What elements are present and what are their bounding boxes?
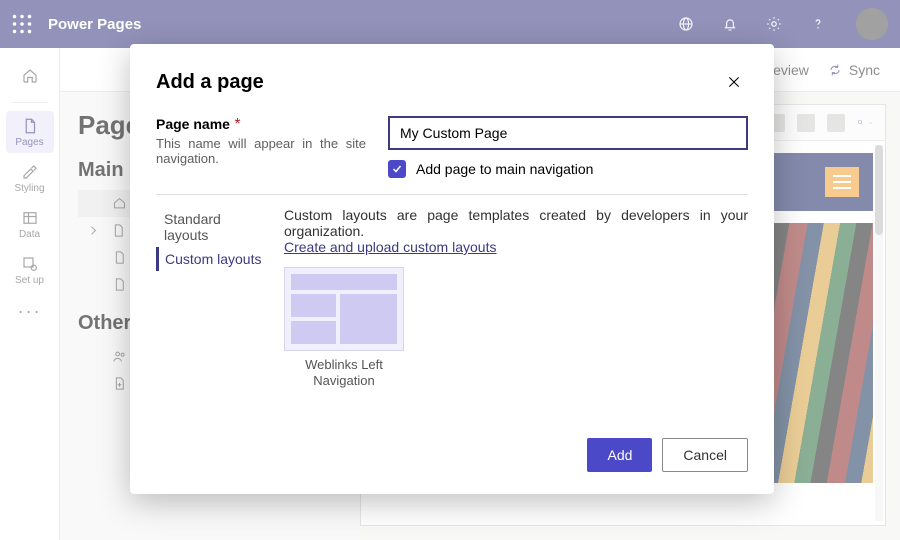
tab-standard-layouts[interactable]: Standard layouts — [156, 207, 274, 247]
cancel-button[interactable]: Cancel — [662, 438, 748, 472]
template-thumb — [284, 267, 404, 351]
template-title: Weblinks Left Navigation — [284, 357, 404, 388]
divider — [156, 194, 748, 195]
add-to-nav-checkbox[interactable] — [388, 160, 406, 178]
page-name-label: Page name — [156, 116, 230, 132]
page-name-hint: This name will appear in the site naviga… — [156, 136, 366, 166]
close-icon — [726, 74, 742, 90]
page-name-input[interactable] — [388, 116, 748, 150]
check-icon — [391, 163, 403, 175]
add-page-dialog: Add a page Page name * This name will ap… — [130, 44, 774, 494]
tab-custom-layouts[interactable]: Custom layouts — [156, 247, 274, 271]
close-button[interactable] — [720, 68, 748, 96]
dialog-title: Add a page — [156, 71, 264, 94]
add-button[interactable]: Add — [587, 438, 652, 472]
create-upload-link[interactable]: Create and upload custom layouts — [284, 239, 496, 255]
required-mark: * — [234, 116, 240, 133]
custom-layouts-desc: Custom layouts are page templates create… — [284, 207, 748, 239]
add-to-nav-label: Add page to main navigation — [416, 161, 593, 177]
layout-template-card[interactable]: Weblinks Left Navigation — [284, 267, 404, 388]
